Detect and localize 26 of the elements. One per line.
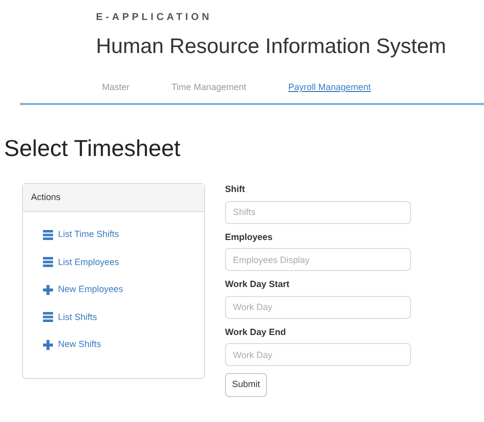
field-label: Work Day End — [225, 326, 286, 339]
action-link[interactable]: New Employees — [43, 283, 124, 296]
brand-label: E-APPLICATION — [96, 11, 212, 25]
nav-link[interactable]: Time Management — [172, 80, 246, 94]
action-link[interactable]: List Time Shifts — [43, 228, 120, 242]
nav-link[interactable]: Payroll Management — [288, 80, 371, 94]
list-icon — [43, 312, 53, 322]
plus-icon — [43, 340, 53, 350]
input-field[interactable]: Work Day — [225, 343, 411, 366]
action-link[interactable]: List Shifts — [43, 310, 98, 324]
input-field[interactable]: Shifts — [225, 200, 411, 224]
nav-link[interactable]: Master — [102, 80, 130, 94]
input-field[interactable]: Employees Display — [225, 248, 411, 271]
field-label: Employees — [225, 230, 273, 244]
list-icon — [43, 257, 53, 268]
plus-icon — [43, 284, 53, 295]
list-icon — [43, 230, 53, 240]
page-title: Select Timesheet — [4, 134, 180, 162]
submit-button[interactable]: Submit — [225, 373, 268, 396]
panel-title: Actions — [31, 190, 61, 204]
action-link[interactable]: New Shifts — [43, 338, 102, 352]
field-label: Shift — [225, 183, 245, 196]
input-field[interactable]: Work Day — [225, 296, 411, 318]
field-label: Work Day Start — [225, 278, 290, 291]
action-link[interactable]: List Employees — [43, 256, 120, 269]
app-title: Human Resource Information System — [96, 34, 446, 60]
